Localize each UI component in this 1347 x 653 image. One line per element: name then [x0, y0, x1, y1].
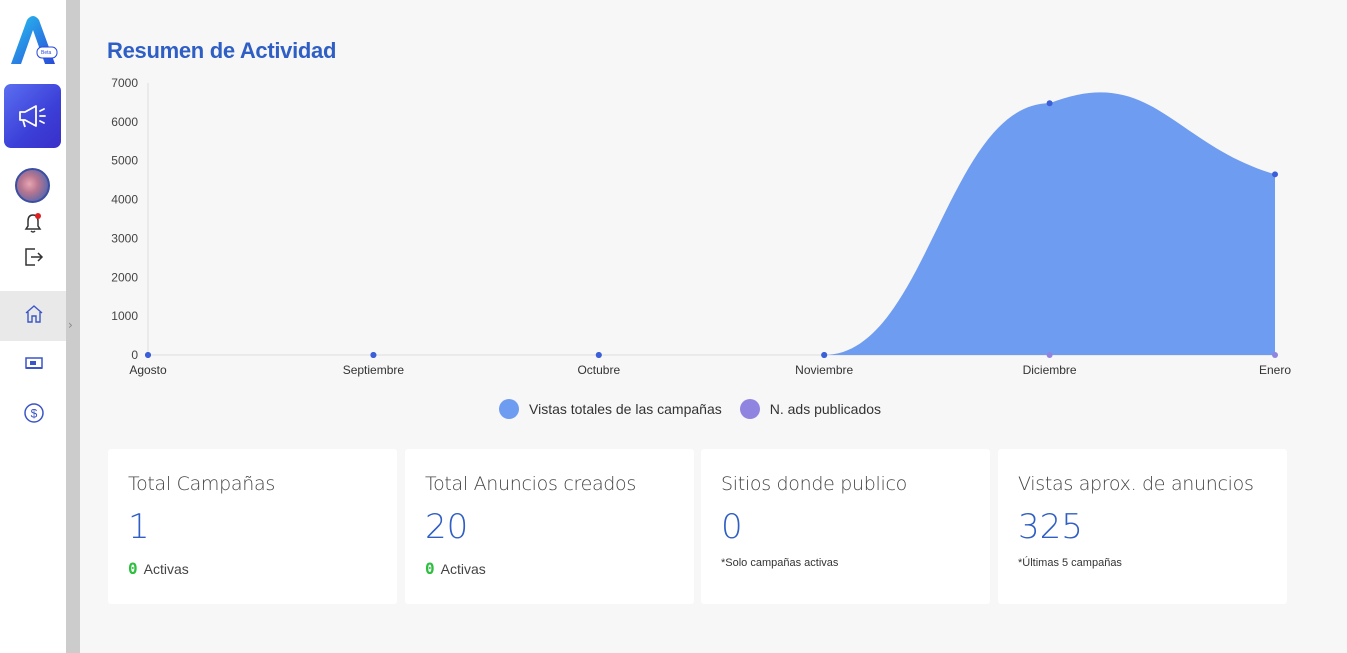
data-point-ads	[1046, 352, 1053, 358]
active-label: Activas	[440, 561, 486, 577]
nav-ads[interactable]	[24, 355, 44, 371]
card-title: Total Anuncios creados	[425, 473, 636, 495]
y-tick-label: 3000	[111, 231, 138, 245]
y-tick-label: 4000	[111, 193, 138, 207]
app-logo[interactable]: Beta	[7, 14, 59, 68]
card-note: *Solo campañas activas	[721, 557, 839, 569]
active-count: 0	[425, 559, 435, 578]
logo-badge-text: Beta	[41, 50, 52, 56]
card-active: 0 Activas	[128, 559, 189, 578]
legend-swatch-views	[499, 399, 519, 419]
card-title: Total Campañas	[128, 473, 275, 495]
x-tick-label: Septiembre	[343, 363, 405, 377]
logout-button[interactable]	[23, 246, 45, 268]
card-note: *Últimas 5 campañas	[1018, 557, 1122, 569]
campaigns-megaphone-button[interactable]	[4, 84, 61, 148]
legend-item-views[interactable]: Vistas totales de las campañas	[499, 399, 722, 419]
notifications-button[interactable]	[23, 212, 43, 234]
logout-icon	[25, 248, 44, 266]
activity-chart: 0 1000 2000 3000 4000 5000 6000 7000 Agosto Septi…	[111, 76, 1291, 377]
card-value: 20	[425, 507, 469, 547]
legend-item-ads[interactable]: N. ads publicados	[739, 399, 882, 419]
nav-home[interactable]	[0, 291, 66, 341]
svg-text:$: $	[31, 407, 38, 421]
card-title: Vistas aprox. de anuncios	[1018, 473, 1254, 495]
chevron-right-icon[interactable]: ›	[68, 318, 73, 332]
card-title: Sitios donde publico	[721, 473, 907, 495]
chart-legend: Vistas totales de las campañas N. ads pu…	[499, 399, 899, 419]
active-label: Activas	[143, 561, 189, 577]
y-tick-label: 0	[131, 348, 138, 362]
x-tick-label: Agosto	[129, 363, 167, 377]
card-publish-sites: Sitios donde publico 0 *Solo campañas ac…	[701, 449, 990, 604]
data-point-ads	[595, 352, 602, 358]
data-point-ads	[370, 352, 377, 358]
y-tick-label: 6000	[111, 115, 138, 129]
bell-icon	[24, 213, 42, 233]
card-value: 0	[721, 507, 743, 547]
card-total-ads: Total Anuncios creados 20 0 Activas	[405, 449, 694, 604]
data-point-ads	[145, 352, 151, 358]
y-tick-label: 7000	[111, 76, 138, 90]
series-area-views	[148, 92, 1275, 355]
data-point-views	[1046, 100, 1053, 107]
y-tick-label: 2000	[111, 270, 138, 284]
card-approx-views: Vistas aprox. de anuncios 325 *Últimas 5…	[998, 449, 1287, 604]
megaphone-icon	[18, 105, 46, 128]
dollar-icon: $	[24, 403, 44, 423]
home-icon	[25, 305, 43, 323]
page-title: Resumen de Actividad	[107, 38, 337, 63]
avatar[interactable]	[15, 168, 50, 203]
legend-label-ads: N. ads publicados	[769, 401, 882, 417]
y-tick-label: 1000	[111, 309, 138, 323]
y-tick-label: 5000	[111, 154, 138, 168]
nav-billing[interactable]: $	[23, 402, 45, 424]
card-value: 1	[128, 507, 150, 547]
ads-icon	[25, 357, 43, 369]
card-active: 0 Activas	[425, 559, 486, 578]
data-point-views	[1272, 171, 1278, 178]
legend-swatch-ads	[739, 399, 760, 419]
x-tick-label: Octubre	[577, 363, 620, 377]
legend-label-views: Vistas totales de las campañas	[529, 401, 722, 417]
x-tick-label: Enero	[1259, 363, 1291, 377]
sidebar: Beta $	[0, 0, 66, 653]
x-tick-label: Diciembre	[1023, 363, 1077, 377]
data-point-ads	[1272, 352, 1278, 358]
card-total-campaigns: Total Campañas 1 0 Activas	[108, 449, 397, 604]
active-count: 0	[128, 559, 138, 578]
x-tick-label: Noviembre	[795, 363, 853, 377]
card-value: 325	[1018, 507, 1083, 547]
data-point-ads	[821, 352, 828, 358]
